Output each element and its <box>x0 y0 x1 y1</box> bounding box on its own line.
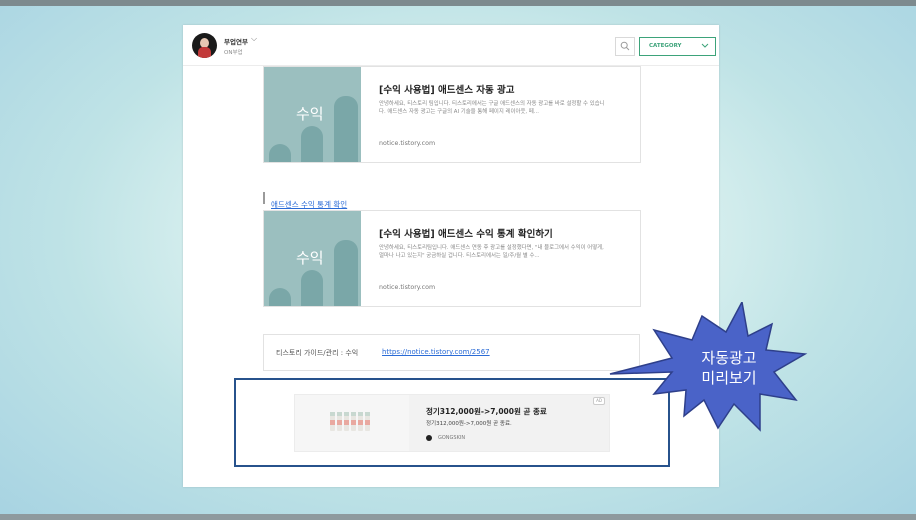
section-link-text[interactable]: 애드센스 수익 통계 확인 <box>271 200 347 209</box>
callout-line1: 자동광고 <box>701 349 757 367</box>
search-icon <box>620 41 630 51</box>
chevron-down-icon[interactable]: ⌵ <box>251 34 257 44</box>
card-description: 안녕하세요, 티스토리팀입니다. 애드센스 연동 후 광고를 설정했다면, "내… <box>379 245 604 259</box>
card-thumbnail: 수익 <box>264 67 361 162</box>
ad-subtitle: 정기312,000원->7,000원 곧 종료. <box>426 421 512 427</box>
brand-logo-icon <box>426 435 432 441</box>
ad-brand: GONGSKIN <box>438 435 466 441</box>
info-link[interactable]: https://notice.tistory.com/2567 <box>382 348 490 356</box>
search-button[interactable] <box>615 37 635 56</box>
ad-title[interactable]: 정기312,000원->7,000원 곧 종료 <box>426 406 547 417</box>
thumbnail-word: 수익 <box>296 105 324 123</box>
thumbnail-word: 수익 <box>296 249 324 267</box>
callout-text: 자동광고 미리보기 <box>684 348 774 388</box>
ad-unit[interactable]: 정기312,000원->7,000원 곧 종료 정기312,000원->7,00… <box>294 394 610 452</box>
avatar[interactable] <box>192 33 217 58</box>
info-label: 티스토리 가이드/관리 : 수익 <box>276 349 359 357</box>
card-url: notice.tistory.com <box>379 140 436 147</box>
category-label: CATEGORY <box>649 43 682 49</box>
slide-top-edge <box>0 0 916 6</box>
blog-subtitle: ON부업 <box>224 50 243 56</box>
link-card[interactable]: 수익 [수익 사용법] 애드센스 자동 광고 안녕하세요, 티스토리 팀입니다.… <box>263 66 641 163</box>
ad-text-area[interactable]: 정기312,000원->7,000원 곧 종료 정기312,000원->7,00… <box>409 395 609 451</box>
card-title[interactable]: [수익 사용법] 애드센스 수익 통계 확인하기 <box>379 226 553 240</box>
callout-line2: 미리보기 <box>701 369 757 387</box>
blog-name[interactable]: 부업연부 <box>224 36 248 46</box>
callout-starburst: 자동광고 미리보기 <box>600 302 825 432</box>
chevron-down-icon <box>701 43 709 48</box>
card-description: 안녕하세요, 티스토리 팀입니다. 티스토리에서는 구글 애드센스의 자동 광고… <box>379 101 605 115</box>
card-thumbnail: 수익 <box>264 211 361 306</box>
slide-bottom-edge <box>0 514 916 520</box>
blog-header: 부업연부 ⌵ ON부업 CATEGORY <box>183 25 719 66</box>
category-dropdown[interactable]: CATEGORY <box>639 37 716 56</box>
card-title[interactable]: [수익 사용법] 애드센스 자동 광고 <box>379 82 515 96</box>
link-card[interactable]: 수익 [수익 사용법] 애드센스 수익 통계 확인하기 안녕하세요, 티스토리팀… <box>263 210 641 307</box>
ad-product-image[interactable] <box>295 395 409 451</box>
info-box: 티스토리 가이드/관리 : 수익 https://notice.tistory.… <box>263 334 640 371</box>
section-link: 애드센스 수익 통계 확인 <box>263 192 347 209</box>
card-url: notice.tistory.com <box>379 284 436 291</box>
